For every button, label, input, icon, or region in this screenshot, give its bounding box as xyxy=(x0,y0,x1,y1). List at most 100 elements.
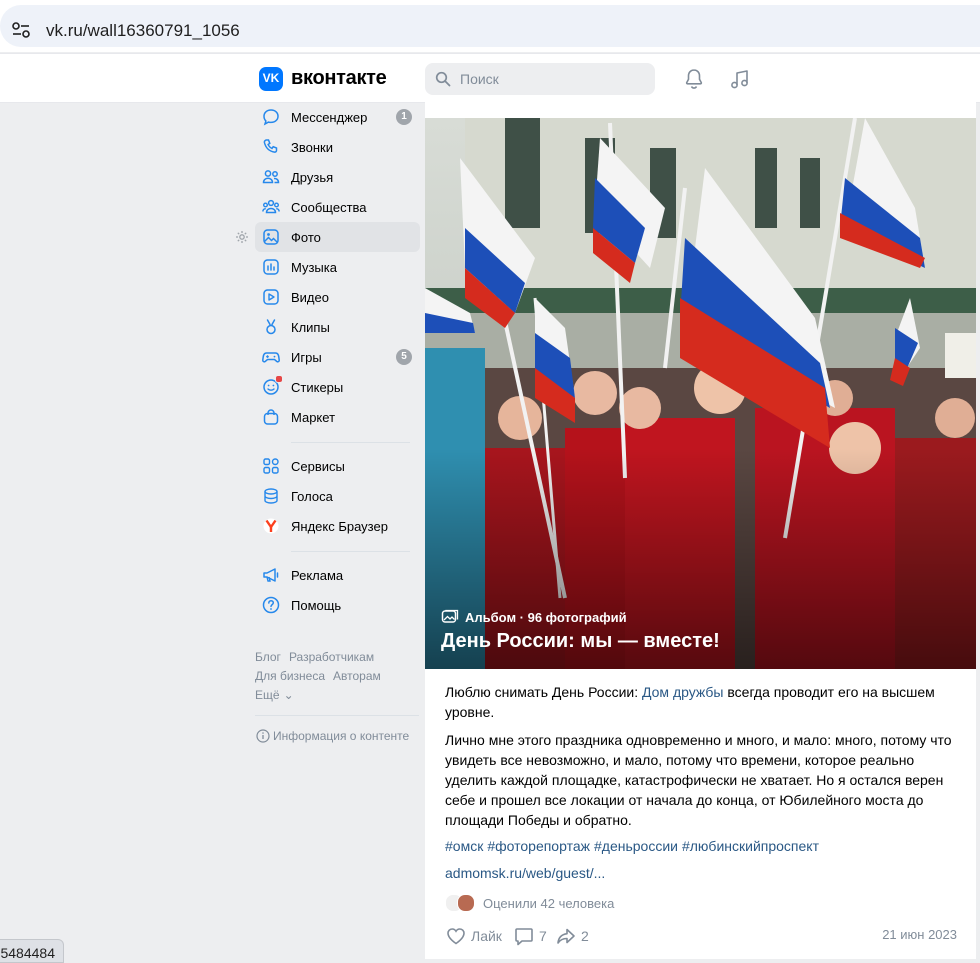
content-info-link[interactable]: Информация о контенте xyxy=(256,729,409,743)
music-icon xyxy=(261,257,281,277)
sidebar-item-clips[interactable]: Клипы xyxy=(255,312,420,342)
sidebar-item-votes[interactable]: Голоса xyxy=(255,481,420,511)
sidebar-item-photo[interactable]: Фото xyxy=(255,222,420,252)
share-arrow-icon xyxy=(557,928,575,944)
sidebar-item-communities[interactable]: Сообщества xyxy=(255,192,420,222)
search-input[interactable] xyxy=(460,63,640,95)
sticker-icon xyxy=(261,375,283,397)
sidebar-item-stickers[interactable]: Стикеры xyxy=(255,372,420,402)
browser-status-bar: 5484484 xyxy=(0,939,64,963)
search-icon xyxy=(435,71,451,87)
likers-text: Оценили 42 человека xyxy=(483,895,615,911)
sidebar-item-label: Реклама xyxy=(291,567,344,583)
gamepad-icon xyxy=(261,347,281,367)
sidebar-item-label: Игры xyxy=(291,349,322,365)
album-icon xyxy=(441,609,459,623)
sidebar-item-ads[interactable]: Реклама xyxy=(255,560,420,590)
phone-icon xyxy=(261,137,281,157)
wall-post: Альбом · 96 фотографий День России: мы —… xyxy=(425,102,976,959)
sidebar-item-friends[interactable]: Друзья xyxy=(255,162,420,192)
album-meta[interactable]: Альбом · 96 фотографий xyxy=(441,608,627,626)
sidebar-divider xyxy=(291,442,410,443)
post-date[interactable]: 21 июн 2023 xyxy=(882,927,957,942)
sidebar-item-music[interactable]: Музыка xyxy=(255,252,420,282)
post-text: Люблю снимать День России: Дом дружбы вс… xyxy=(445,682,965,838)
photo-icon xyxy=(261,227,281,247)
external-link[interactable]: admomsk.ru/web/guest/... xyxy=(445,865,605,881)
url-bar[interactable]: vk.ru/wall16360791_1056 xyxy=(0,5,980,47)
url-text[interactable]: vk.ru/wall16360791_1056 xyxy=(46,21,240,41)
sidebar-item-services[interactable]: Сервисы xyxy=(255,451,420,481)
post-actions: Лайк 7 2 21 июн 2023 xyxy=(445,925,957,947)
notifications-bell-icon[interactable] xyxy=(682,67,706,91)
sidebar-item-video[interactable]: Видео xyxy=(255,282,420,312)
footer-link-developers[interactable]: Разработчикам xyxy=(289,650,374,664)
sidebar-item-label: Звонки xyxy=(291,139,333,155)
album-title[interactable]: День России: мы — вместе! xyxy=(441,630,720,653)
hashtag-link[interactable]: #любинскийпроспект xyxy=(682,838,819,854)
sidebar-item-label: Друзья xyxy=(291,169,334,185)
likers-summary[interactable]: Оценили 42 человека xyxy=(445,894,614,912)
clips-icon xyxy=(261,317,281,337)
album-meta-text: Альбом · 96 фотографий xyxy=(465,609,627,625)
gear-icon[interactable] xyxy=(235,230,249,244)
chat-bubble-icon xyxy=(261,107,281,127)
comment-button[interactable]: 7 xyxy=(513,925,547,947)
sidebar-item-label: Музыка xyxy=(291,259,337,275)
sidebar-item-calls[interactable]: Звонки xyxy=(255,132,420,162)
sidebar-item-messenger[interactable]: Мессенджер 1 xyxy=(255,102,420,132)
market-bag-icon xyxy=(261,407,281,427)
hashtag-link[interactable]: #фоторепортаж xyxy=(487,838,590,854)
comments-count: 7 xyxy=(539,928,547,944)
video-icon xyxy=(261,287,281,307)
sidebar-item-label: Маркет xyxy=(291,409,336,425)
footer-link-authors[interactable]: Авторам xyxy=(333,669,381,683)
vk-logo-mark: VK xyxy=(262,71,280,85)
hashtag-link[interactable]: #деньроссии xyxy=(594,838,678,854)
share-button[interactable]: 2 xyxy=(555,925,589,947)
sidebar-item-label: Яндекс Браузер xyxy=(291,518,388,534)
comment-icon xyxy=(515,928,533,946)
site-settings-icon[interactable] xyxy=(10,19,32,41)
left-sidebar: Мессенджер 1 Звонки Друзья Сообщества Фо… xyxy=(255,102,420,620)
avatar xyxy=(457,894,475,912)
sidebar-item-market[interactable]: Маркет xyxy=(255,402,420,432)
like-button[interactable]: Лайк xyxy=(445,925,502,947)
help-icon xyxy=(261,595,281,615)
yandex-browser-icon xyxy=(261,516,281,536)
sidebar-item-label: Сервисы xyxy=(291,458,345,474)
dom-druzhby-link[interactable]: Дом дружбы xyxy=(642,684,724,700)
sidebar-item-label: Голоса xyxy=(291,488,333,504)
search-box[interactable] xyxy=(425,63,655,95)
footer-link-more: Ещё xyxy=(255,688,280,702)
hashtag-link[interactable]: #омск xyxy=(445,838,483,854)
footer-link-blog[interactable]: Блог xyxy=(255,650,281,664)
vk-logo-text[interactable]: вконтакте xyxy=(291,67,387,90)
sidebar-item-label: Сообщества xyxy=(291,199,367,215)
sidebar-item-label: Мессенджер xyxy=(291,109,368,125)
footer-more-toggle[interactable]: Ещё ⌄ xyxy=(255,686,420,705)
sidebar-item-label: Помощь xyxy=(291,597,342,613)
sidebar-divider xyxy=(291,551,410,552)
communities-icon xyxy=(261,197,281,217)
liker-avatars xyxy=(445,894,475,912)
unread-count-badge: 1 xyxy=(396,109,412,125)
megaphone-icon xyxy=(261,565,281,585)
heart-icon xyxy=(447,928,465,945)
sidebar-item-games[interactable]: Игры 5 xyxy=(255,342,420,372)
content-info-label: Информация о контенте xyxy=(273,729,410,743)
post-paragraph-2: Лично мне этого праздника одновременно и… xyxy=(445,732,952,828)
sidebar-item-yandex-browser[interactable]: Яндекс Браузер xyxy=(255,511,420,541)
music-note-icon[interactable] xyxy=(728,67,752,91)
sidebar-footer-links: Блог Разработчикам Для бизнеса Авторам Ещё… xyxy=(255,648,420,705)
chevron-down-icon: ⌄ xyxy=(283,688,294,702)
sidebar-item-help[interactable]: Помощь xyxy=(255,590,420,620)
hashtags: #омск #фоторепортаж #деньроссии #любинскийп… xyxy=(445,838,823,854)
album-cover-photo[interactable]: Альбом · 96 фотографий День России: мы —… xyxy=(425,118,976,669)
info-icon xyxy=(256,729,270,743)
footer-link-business[interactable]: Для бизнеса xyxy=(255,669,325,683)
footer-divider xyxy=(255,715,419,716)
vk-logo-icon[interactable]: VK xyxy=(259,67,283,91)
like-label: Лайк xyxy=(471,928,502,944)
services-grid-icon xyxy=(261,456,281,476)
